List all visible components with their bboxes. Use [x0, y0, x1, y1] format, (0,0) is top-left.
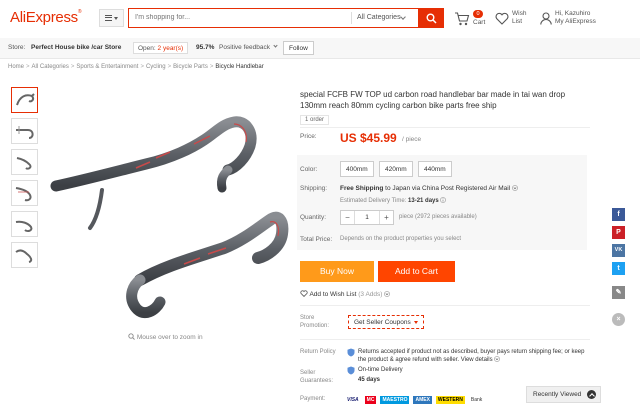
- menu-icon: [105, 15, 112, 21]
- product-main-image[interactable]: [44, 88, 291, 320]
- shipping-label: Shipping:: [300, 185, 328, 192]
- info-icon: [440, 197, 447, 203]
- user-account[interactable]: Hi, Kazuhiro My AliExpress: [540, 8, 640, 32]
- thumbnail[interactable]: [11, 118, 38, 144]
- shield-icon: [347, 348, 355, 357]
- return-policy-text: Returns accepted if product not as descr…: [358, 349, 585, 363]
- top-bar: AliExpress® All Categories 0 Cart WishLi…: [0, 0, 640, 38]
- price-value: US $45.99: [340, 131, 397, 145]
- shipping-info[interactable]: Free Shipping to Japan via China Post Re…: [340, 185, 518, 192]
- quantity-input[interactable]: 1: [355, 211, 379, 224]
- get-seller-coupons-button[interactable]: Get Seller Coupons: [348, 315, 424, 329]
- guarantee-on-time-delivery: On-time Delivery: [358, 367, 403, 373]
- breadcrumb-item[interactable]: Home: [8, 64, 24, 70]
- thumbnail[interactable]: [11, 87, 38, 113]
- categories-menu-button[interactable]: [99, 9, 124, 27]
- store-open-badge: Open: 2 year(s): [133, 42, 189, 54]
- add-to-cart-button[interactable]: Add to Cart: [378, 261, 455, 282]
- total-price-note: Depends on the product properties you se…: [340, 236, 462, 242]
- chevron-down-icon[interactable]: [273, 43, 278, 48]
- pinterest-icon[interactable]: P: [612, 226, 625, 239]
- caret-down-icon: [413, 320, 418, 324]
- thumbnail[interactable]: [11, 242, 38, 268]
- return-policy-label: Return Policy: [300, 349, 336, 355]
- seller-guarantees-label: Seller Guarantees:: [300, 370, 334, 384]
- user-greeting: Hi, Kazuhiro: [555, 10, 591, 17]
- search-input[interactable]: [129, 9, 345, 26]
- breadcrumb-item[interactable]: Cycling: [146, 64, 166, 70]
- user-icon: [540, 12, 552, 25]
- cart-label: Cart: [473, 19, 486, 26]
- buy-now-button[interactable]: Buy Now: [300, 261, 374, 282]
- feedback-percent: 95.7%: [196, 44, 215, 51]
- color-option[interactable]: 420mm: [379, 161, 413, 177]
- feedback-label[interactable]: Positive feedback: [219, 44, 270, 51]
- search-category-select[interactable]: All Categories: [351, 12, 407, 24]
- store-label: Store:: [8, 44, 26, 51]
- recently-viewed-tab[interactable]: Recently Viewed: [526, 386, 601, 403]
- divider: [300, 305, 590, 306]
- cart-icon: [455, 12, 470, 26]
- wish-list-link[interactable]: Wish List: [495, 8, 535, 32]
- heart-icon: [495, 12, 509, 25]
- logo[interactable]: AliExpress®: [10, 9, 82, 26]
- zoom-hint: Mouse over to zoom in: [128, 333, 203, 341]
- quantity-increase-button[interactable]: +: [379, 211, 393, 224]
- breadcrumb-item[interactable]: Sports & Entertainment: [76, 64, 138, 70]
- twitter-icon[interactable]: t: [612, 262, 625, 275]
- cart-count-badge: 0: [473, 10, 483, 18]
- close-icon[interactable]: ×: [612, 313, 625, 326]
- store-promotion-label: Store Promotion:: [300, 315, 330, 329]
- breadcrumb: Home > All Categories > Sports & Entertainme…: [8, 64, 264, 70]
- quantity-stepper: − 1 +: [340, 210, 394, 225]
- breadcrumb-current: Bicycle Handlebar: [215, 64, 264, 70]
- order-count: 1 order: [300, 115, 330, 125]
- heart-icon: [300, 290, 308, 298]
- facebook-icon[interactable]: f: [612, 208, 625, 221]
- search-button[interactable]: [418, 8, 444, 28]
- search-box: All Categories: [128, 8, 420, 28]
- chevron-down-icon: [384, 291, 391, 297]
- wish-label-line1: Wish: [512, 10, 527, 17]
- chevron-down-icon: [512, 185, 518, 191]
- chevron-down-icon: [400, 14, 406, 20]
- wish-label-line2: List: [512, 18, 523, 25]
- store-bar: Store: Perfect House bike /car Store Ope…: [0, 38, 640, 59]
- quantity-availability: piece (2972 pieces available): [399, 214, 477, 220]
- price-unit: / piece: [402, 136, 422, 143]
- color-option[interactable]: 440mm: [418, 161, 452, 177]
- product-title: special FCFB FW TOP ud carbon road handl…: [300, 90, 566, 110]
- color-option[interactable]: 400mm: [340, 161, 374, 177]
- vk-icon[interactable]: VK: [612, 244, 625, 257]
- chevron-down-icon: [494, 356, 501, 362]
- search-icon: [426, 13, 437, 24]
- caret-down-icon: [114, 16, 118, 20]
- thumbnail[interactable]: [11, 180, 38, 206]
- divider: [300, 127, 590, 128]
- thumbnail[interactable]: [11, 149, 38, 175]
- view-details-link[interactable]: View details: [461, 357, 493, 363]
- thumbnail[interactable]: [11, 211, 38, 237]
- cart-link[interactable]: 0 Cart: [452, 8, 492, 32]
- my-aliexpress-link[interactable]: My AliExpress: [555, 18, 596, 25]
- add-to-wish-list[interactable]: Add to Wish List (3 Adds): [300, 290, 391, 298]
- magnifier-icon: [128, 333, 135, 340]
- quantity-label: Quantity:: [300, 214, 327, 221]
- color-label: Color:: [300, 166, 318, 173]
- total-price-label: Total Price:: [300, 236, 333, 243]
- shield-icon: [347, 366, 355, 375]
- quantity-decrease-button[interactable]: −: [341, 211, 355, 224]
- guarantee-days: 45 days: [358, 377, 381, 383]
- delivery-time: Estimated Delivery Time: 13-21 days: [340, 197, 447, 204]
- breadcrumb-item[interactable]: All Categories: [32, 64, 69, 70]
- payment-label: Payment:: [300, 396, 326, 402]
- store-name[interactable]: Perfect House bike /car Store: [31, 44, 121, 51]
- follow-button[interactable]: Follow: [283, 41, 314, 55]
- chevron-up-icon: [587, 390, 596, 399]
- price-label: Price:: [300, 133, 317, 140]
- edit-icon[interactable]: ✎: [612, 286, 625, 299]
- thumbnail-list: [11, 87, 38, 273]
- divider: [300, 339, 590, 340]
- breadcrumb-item[interactable]: Bicycle Parts: [173, 64, 208, 70]
